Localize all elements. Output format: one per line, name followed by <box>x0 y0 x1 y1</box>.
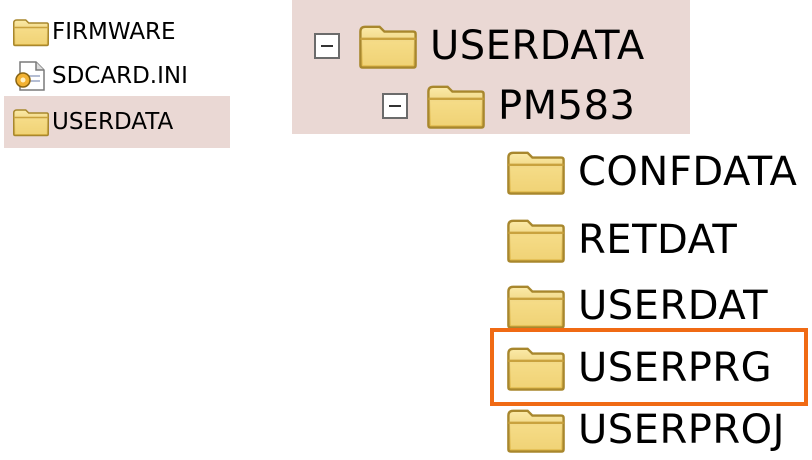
tree-node-label: USERPROJ <box>578 407 785 453</box>
tree-node-userproj[interactable]: USERPROJ <box>506 400 785 460</box>
tree-node-label: RETDAT <box>578 217 738 263</box>
folder-icon <box>506 406 566 454</box>
tree-node-pm583[interactable]: PM583 <box>382 76 635 136</box>
ini-file-icon <box>12 60 50 92</box>
tree-node-retdat[interactable]: RETDAT <box>506 210 737 270</box>
tree-node-label: USERDAT <box>578 283 769 329</box>
tree-item-userdata[interactable]: USERDATA <box>12 106 173 138</box>
tree-node-userdat[interactable]: USERDAT <box>506 276 768 336</box>
tree-node-label: USERDATA <box>430 23 645 69</box>
folder-icon <box>358 22 418 70</box>
folder-icon <box>12 107 50 137</box>
tree-node-userdata[interactable]: USERDATA <box>314 16 645 76</box>
tree-item-label: FIRMWARE <box>52 19 176 45</box>
folder-icon <box>12 17 50 47</box>
folder-icon <box>506 216 566 264</box>
tree-item-label: SDCARD.INI <box>52 63 188 89</box>
folder-icon <box>426 82 486 130</box>
collapse-toggle-icon[interactable] <box>314 33 340 59</box>
highlight-frame <box>490 328 808 406</box>
tree-node-confdata[interactable]: CONFDATA <box>506 142 797 202</box>
tree-node-label: CONFDATA <box>578 149 798 195</box>
tree-item-label: USERDATA <box>52 109 174 135</box>
folder-icon <box>506 148 566 196</box>
tree-item-sdcard-ini[interactable]: SDCARD.INI <box>12 60 188 92</box>
folder-icon <box>506 282 566 330</box>
tree-node-label: PM583 <box>498 83 636 129</box>
collapse-toggle-icon[interactable] <box>382 93 408 119</box>
tree-item-firmware[interactable]: FIRMWARE <box>12 16 176 48</box>
small-file-tree: FIRMWARE SDCARD.INI USERDATA <box>0 0 232 178</box>
